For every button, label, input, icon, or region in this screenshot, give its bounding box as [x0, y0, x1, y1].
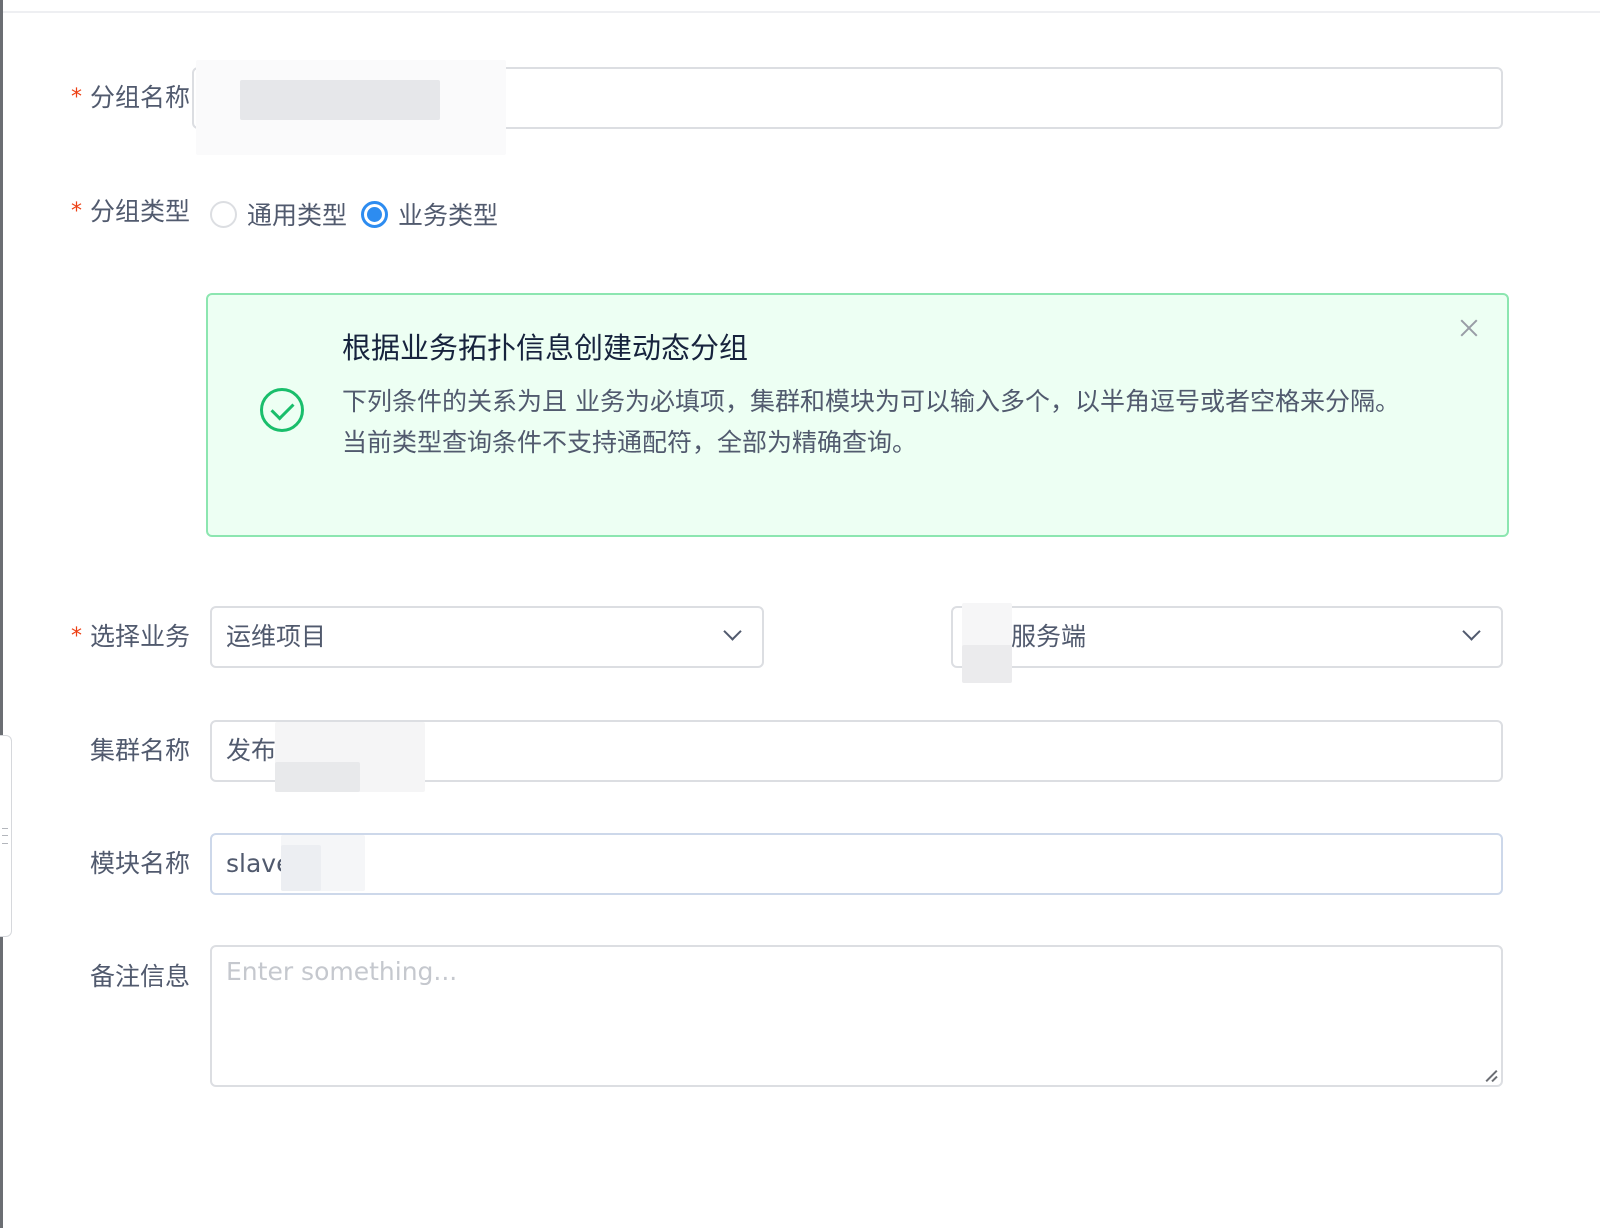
- remark-textarea[interactable]: Enter something...: [210, 945, 1503, 1087]
- remark-label-text: 备注信息: [89, 962, 190, 991]
- business-sub-select-value: 服务端: [1011, 622, 1087, 651]
- group-name-label: * 分组名称: [36, 81, 190, 117]
- business-label-text: 选择业务: [89, 622, 190, 651]
- alert-title: 根据业务拓扑信息创建动态分组: [342, 331, 749, 365]
- required-mark: *: [70, 624, 82, 649]
- grip-icon: [2, 828, 8, 844]
- radio-general-label: 通用类型: [247, 201, 348, 230]
- redacted-area: [240, 80, 440, 120]
- group-type-label: * 分组类型: [36, 195, 190, 231]
- radio-general-type[interactable]: 通用类型: [210, 196, 347, 232]
- radio-business-type[interactable]: 业务类型: [361, 196, 498, 232]
- alert-line-1: 下列条件的关系为且 业务为必填项，集群和模块为可以输入多个，以半角逗号或者空格来…: [342, 387, 1400, 416]
- cluster-label-text: 集群名称: [89, 736, 190, 765]
- form-page: * 分组名称 * 分组类型 通用类型 业务类型 根据业务拓扑信息创建动态分组 下列条…: [0, 0, 1600, 1228]
- required-mark: *: [70, 85, 82, 110]
- redacted-area: [962, 645, 1012, 683]
- check-circle-icon: [260, 388, 304, 432]
- business-label: * 选择业务: [36, 620, 190, 656]
- group-type-label-text: 分组类型: [89, 197, 190, 226]
- cluster-value: 发布: [226, 736, 277, 765]
- business-sub-select[interactable]: 服务端: [951, 606, 1503, 668]
- alert-line-2: 当前类型查询条件不支持通配符，全部为精确查询。: [342, 428, 918, 457]
- redacted-area: [281, 845, 321, 891]
- top-divider: [0, 11, 1600, 13]
- panel-resize-handle[interactable]: [0, 735, 12, 937]
- module-input[interactable]: slave: [210, 833, 1503, 895]
- radio-checked-icon: [361, 200, 389, 228]
- alert-description: 下列条件的关系为且 业务为必填项，集群和模块为可以输入多个，以半角逗号或者空格来…: [342, 381, 1482, 463]
- resize-icon[interactable]: [1485, 1069, 1497, 1081]
- left-border: [0, 0, 3, 1228]
- close-icon[interactable]: [1458, 317, 1480, 339]
- business-select[interactable]: 运维项目: [210, 606, 764, 668]
- module-label-text: 模块名称: [89, 849, 190, 878]
- module-label: 模块名称: [36, 847, 190, 881]
- required-mark: *: [70, 199, 82, 224]
- cluster-label: 集群名称: [36, 734, 190, 768]
- group-type-radio-group: 通用类型 业务类型: [210, 196, 512, 232]
- remark-placeholder: Enter something...: [226, 957, 458, 986]
- redacted-area: [275, 762, 360, 792]
- radio-unchecked-icon: [210, 200, 237, 228]
- radio-business-label: 业务类型: [398, 201, 499, 230]
- business-select-value: 运维项目: [226, 622, 327, 651]
- info-alert: 根据业务拓扑信息创建动态分组 下列条件的关系为且 业务为必填项，集群和模块为可以…: [206, 293, 1509, 537]
- remark-label: 备注信息: [36, 960, 190, 994]
- chevron-down-icon: [723, 622, 742, 641]
- group-name-label-text: 分组名称: [89, 83, 190, 112]
- chevron-down-icon: [1462, 622, 1481, 641]
